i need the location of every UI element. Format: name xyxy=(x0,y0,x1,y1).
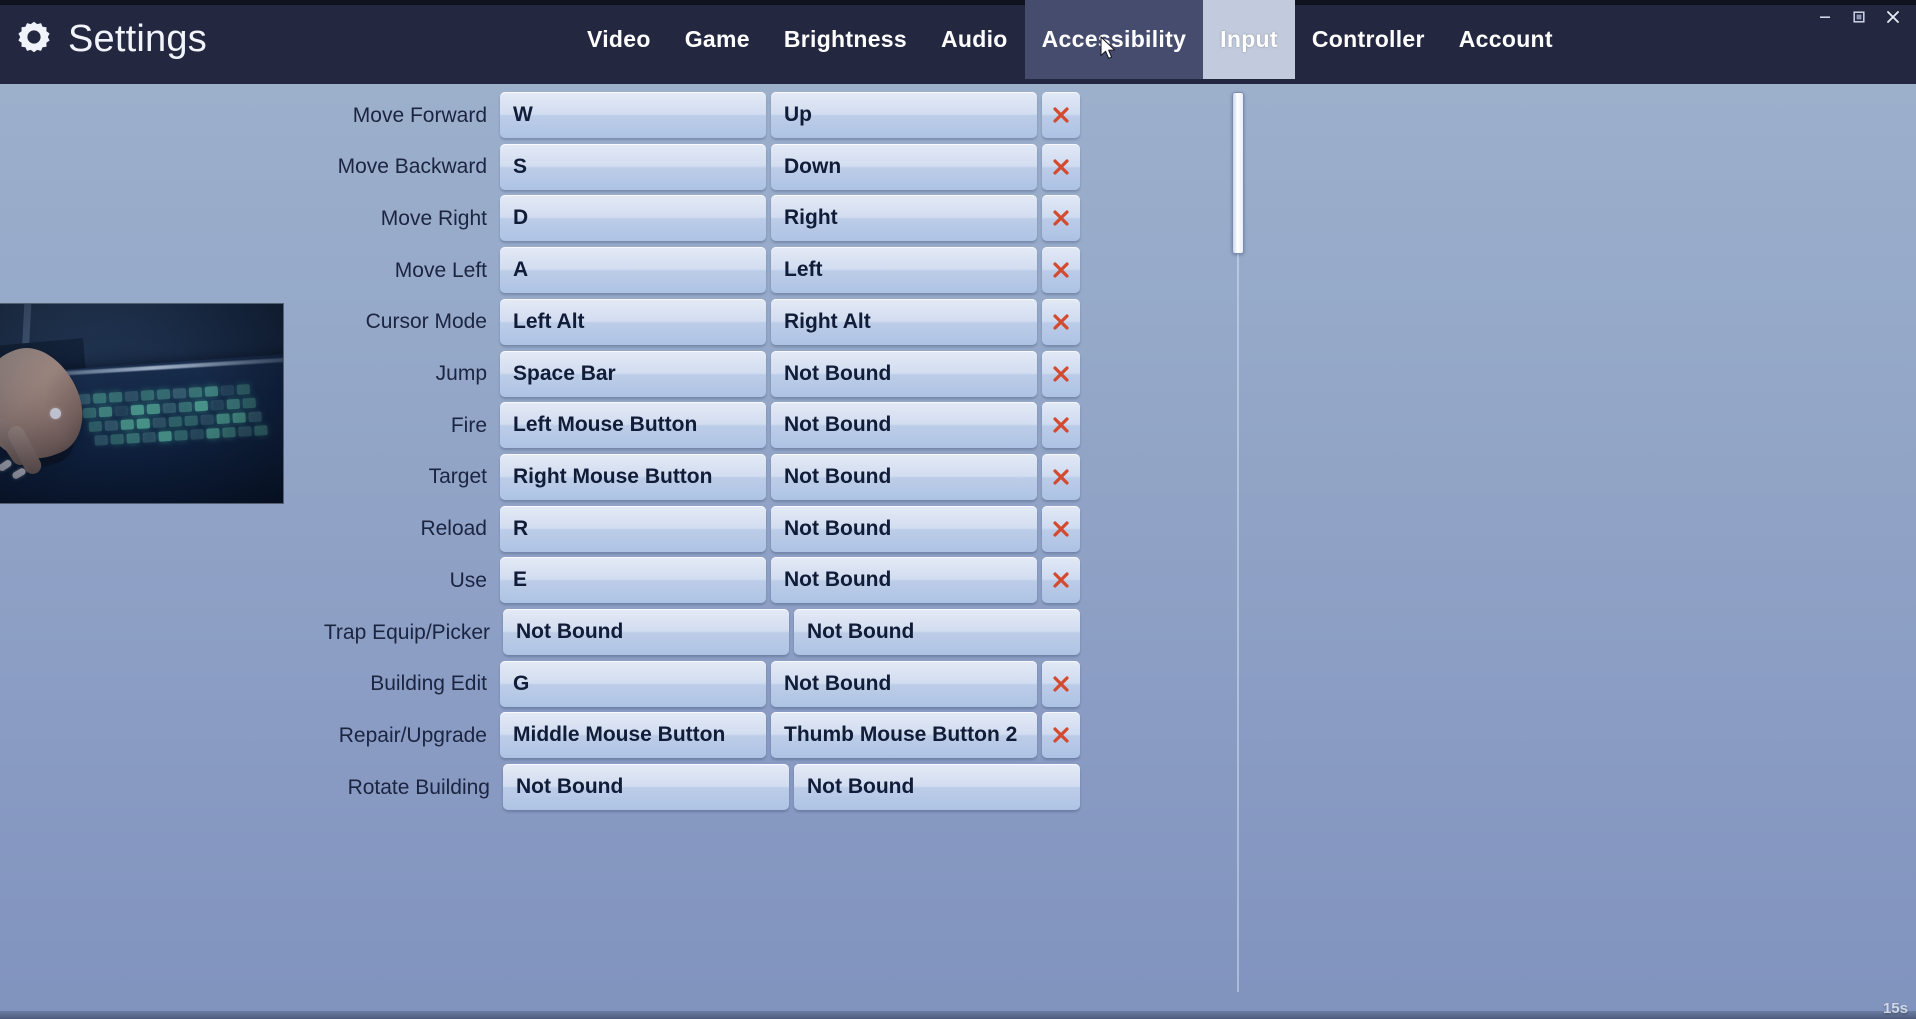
scrollbar-thumb[interactable] xyxy=(1232,92,1244,254)
keybind-label: Building Edit xyxy=(0,673,500,694)
clear-binding-button[interactable] xyxy=(1042,557,1080,603)
tab-game[interactable]: Game xyxy=(668,0,767,79)
keybind-label: Trap Equip/Picker xyxy=(3,622,503,643)
keybind-primary-slot[interactable]: D xyxy=(500,195,766,241)
close-x-icon xyxy=(1050,673,1072,695)
app-title: Settings xyxy=(68,20,207,58)
keybind-secondary-slot[interactable]: Not Bound xyxy=(771,402,1037,448)
keybind-secondary-slot[interactable]: Down xyxy=(771,144,1037,190)
window-controls xyxy=(1808,2,1910,32)
keybind-primary-slot[interactable]: S xyxy=(500,144,766,190)
title-bar: Settings Video Game Brightness Audio Acc… xyxy=(0,0,1916,84)
close-x-icon xyxy=(1050,104,1072,126)
clear-binding-button[interactable] xyxy=(1042,247,1080,293)
clear-binding-button[interactable] xyxy=(1042,506,1080,552)
keybind-row: Move Backward S Down xyxy=(0,142,1080,192)
keybind-row: Use E Not Bound xyxy=(0,555,1080,605)
keybind-row: Move Left A Left xyxy=(0,245,1080,295)
close-x-icon xyxy=(1050,569,1072,591)
keybind-primary-slot[interactable]: Not Bound xyxy=(503,609,789,655)
keybind-primary-slot[interactable]: A xyxy=(500,247,766,293)
clear-binding-button[interactable] xyxy=(1042,92,1080,138)
keybind-secondary-slot[interactable]: Left xyxy=(771,247,1037,293)
clear-binding-button[interactable] xyxy=(1042,351,1080,397)
keybind-row: Repair/Upgrade Middle Mouse Button Thumb M… xyxy=(0,710,1080,760)
keybind-secondary-slot[interactable]: Not Bound xyxy=(771,506,1037,552)
tab-brightness[interactable]: Brightness xyxy=(767,0,924,79)
close-x-icon xyxy=(1050,311,1072,333)
keybind-primary-slot[interactable]: E xyxy=(500,557,766,603)
close-x-icon xyxy=(1050,724,1072,746)
keybind-label: Move Right xyxy=(0,208,500,229)
app-brand: Settings xyxy=(14,8,207,70)
keybind-secondary-slot[interactable]: Right xyxy=(771,195,1037,241)
settings-content: Move Forward W Up Move Backward S Down Move Ri… xyxy=(0,84,1916,1019)
tab-video[interactable]: Video xyxy=(570,0,668,79)
keybind-label: Reload xyxy=(0,518,500,539)
keybind-secondary-slot[interactable]: Right Alt xyxy=(771,299,1037,345)
tab-input[interactable]: Input xyxy=(1203,0,1295,79)
clear-binding-button[interactable] xyxy=(1042,454,1080,500)
webcam-overlay xyxy=(0,303,284,504)
close-x-icon xyxy=(1050,363,1072,385)
keybind-row: Move Right D Right xyxy=(0,193,1080,243)
keybind-primary-slot[interactable]: R xyxy=(500,506,766,552)
keybind-secondary-slot[interactable]: Not Bound xyxy=(771,351,1037,397)
close-x-icon xyxy=(1050,466,1072,488)
keybind-label: Move Left xyxy=(0,260,500,281)
close-x-icon xyxy=(1050,207,1072,229)
keybind-primary-slot[interactable]: W xyxy=(500,92,766,138)
webcam-scene xyxy=(0,304,283,503)
keybind-list: Move Forward W Up Move Backward S Down Move Ri… xyxy=(0,84,1240,1019)
keybind-secondary-slot[interactable]: Up xyxy=(771,92,1037,138)
vertical-scrollbar[interactable] xyxy=(1232,92,1244,992)
keybind-label: Move Forward xyxy=(0,105,500,126)
clip-timer: 15s xyxy=(1883,1000,1908,1017)
keybind-primary-slot[interactable]: Left Alt xyxy=(500,299,766,345)
keybind-row: Building Edit G Not Bound xyxy=(0,659,1080,709)
keybind-secondary-slot[interactable]: Not Bound xyxy=(771,454,1037,500)
clear-binding-button[interactable] xyxy=(1042,661,1080,707)
keybind-primary-slot[interactable]: Middle Mouse Button xyxy=(500,712,766,758)
keybind-secondary-slot[interactable]: Not Bound xyxy=(794,609,1080,655)
minimize-button[interactable] xyxy=(1808,3,1842,31)
keybind-label: Repair/Upgrade xyxy=(0,725,500,746)
close-x-icon xyxy=(1050,518,1072,540)
keybind-primary-slot[interactable]: Not Bound xyxy=(503,764,789,810)
gear-icon xyxy=(14,19,54,59)
keybind-label: Move Backward xyxy=(0,156,500,177)
keybind-row: Rotate Building Not Bound Not Bound xyxy=(0,762,1080,812)
tab-account[interactable]: Account xyxy=(1442,0,1570,79)
tab-controller[interactable]: Controller xyxy=(1295,0,1442,79)
tab-audio[interactable]: Audio xyxy=(924,0,1025,79)
keybind-secondary-slot[interactable]: Not Bound xyxy=(771,557,1037,603)
clear-binding-button[interactable] xyxy=(1042,402,1080,448)
close-x-icon xyxy=(1050,259,1072,281)
settings-tabs: Video Game Brightness Audio Accessibilit… xyxy=(570,0,1570,84)
keybind-secondary-slot[interactable]: Not Bound xyxy=(771,661,1037,707)
close-button[interactable] xyxy=(1876,3,1910,31)
settings-window: Settings Video Game Brightness Audio Acc… xyxy=(0,0,1916,1019)
keybind-row: Trap Equip/Picker Not Bound Not Bound xyxy=(0,607,1080,657)
keybind-label: Rotate Building xyxy=(3,777,503,798)
clear-binding-button[interactable] xyxy=(1042,299,1080,345)
keybind-label: Use xyxy=(0,570,500,591)
maximize-button[interactable] xyxy=(1842,3,1876,31)
keybind-secondary-slot[interactable]: Not Bound xyxy=(794,764,1080,810)
keybind-row: Move Forward W Up xyxy=(0,90,1080,140)
close-x-icon xyxy=(1050,414,1072,436)
keybind-primary-slot[interactable]: Right Mouse Button xyxy=(500,454,766,500)
keybind-row: Reload R Not Bound xyxy=(0,504,1080,554)
keybind-secondary-slot[interactable]: Thumb Mouse Button 2 xyxy=(771,712,1037,758)
keybind-primary-slot[interactable]: G xyxy=(500,661,766,707)
clear-binding-button[interactable] xyxy=(1042,712,1080,758)
tab-accessibility[interactable]: Accessibility xyxy=(1025,0,1204,79)
clear-binding-button[interactable] xyxy=(1042,144,1080,190)
keybind-primary-slot[interactable]: Left Mouse Button xyxy=(500,402,766,448)
bottom-edge-strip xyxy=(0,1011,1916,1019)
keybind-primary-slot[interactable]: Space Bar xyxy=(500,351,766,397)
close-x-icon xyxy=(1050,156,1072,178)
clear-binding-button[interactable] xyxy=(1042,195,1080,241)
